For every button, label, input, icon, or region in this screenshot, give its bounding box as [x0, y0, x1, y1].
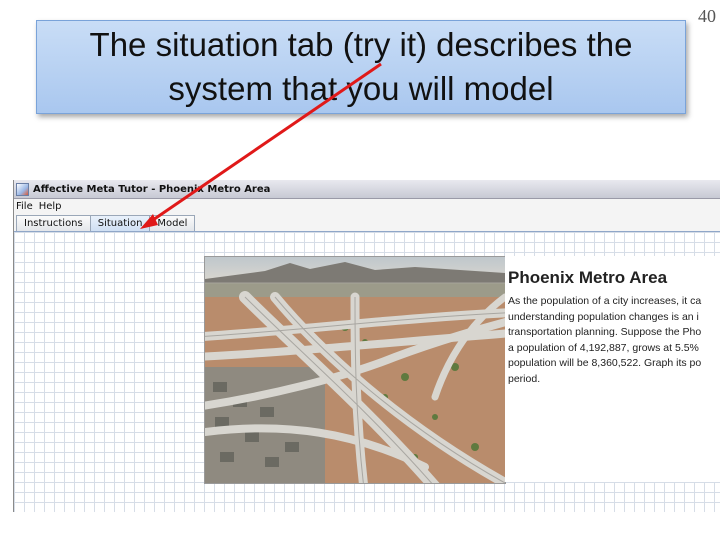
callout-line-2: system that you will model [168, 70, 554, 107]
window-title: Affective Meta Tutor - Phoenix Metro Are… [33, 183, 271, 195]
situation-description: As the population of a city increases, i… [508, 294, 720, 387]
tab-model[interactable]: Model [149, 215, 196, 231]
situation-text-panel: Phoenix Metro Area As the population of … [505, 256, 720, 482]
window-titlebar[interactable]: Affective Meta Tutor - Phoenix Metro Are… [14, 180, 720, 199]
description-line: a population of 4,192,887, grows at 5.5% [508, 341, 699, 354]
situation-panel: Phoenix Metro Area As the population of … [14, 232, 720, 512]
situation-title: Phoenix Metro Area [508, 268, 668, 287]
menu-bar: File Help [14, 199, 720, 214]
description-line: understanding population changes is an i [508, 310, 699, 323]
callout-box: The situation tab (try it) describes the… [36, 20, 686, 114]
java-app-icon [16, 182, 29, 196]
tab-situation[interactable]: Situation [89, 215, 151, 231]
tab-bar: Instructions Situation Model [14, 214, 720, 232]
description-line: As the population of a city increases, i… [508, 295, 702, 307]
description-line: population will be 8,360,522. Graph its … [508, 357, 702, 369]
description-line: transportation planning. Suppose the Pho [508, 326, 702, 338]
tab-instructions[interactable]: Instructions [16, 215, 91, 231]
slide-number: 40 [698, 6, 716, 26]
menu-help[interactable]: Help [39, 201, 62, 212]
callout-line-1: The situation tab (try it) describes the [89, 26, 633, 63]
description-line: period. [508, 372, 541, 385]
app-window: Affective Meta Tutor - Phoenix Metro Are… [13, 180, 720, 512]
menu-file[interactable]: File [16, 201, 33, 212]
highway-interchange-photo [204, 256, 506, 484]
